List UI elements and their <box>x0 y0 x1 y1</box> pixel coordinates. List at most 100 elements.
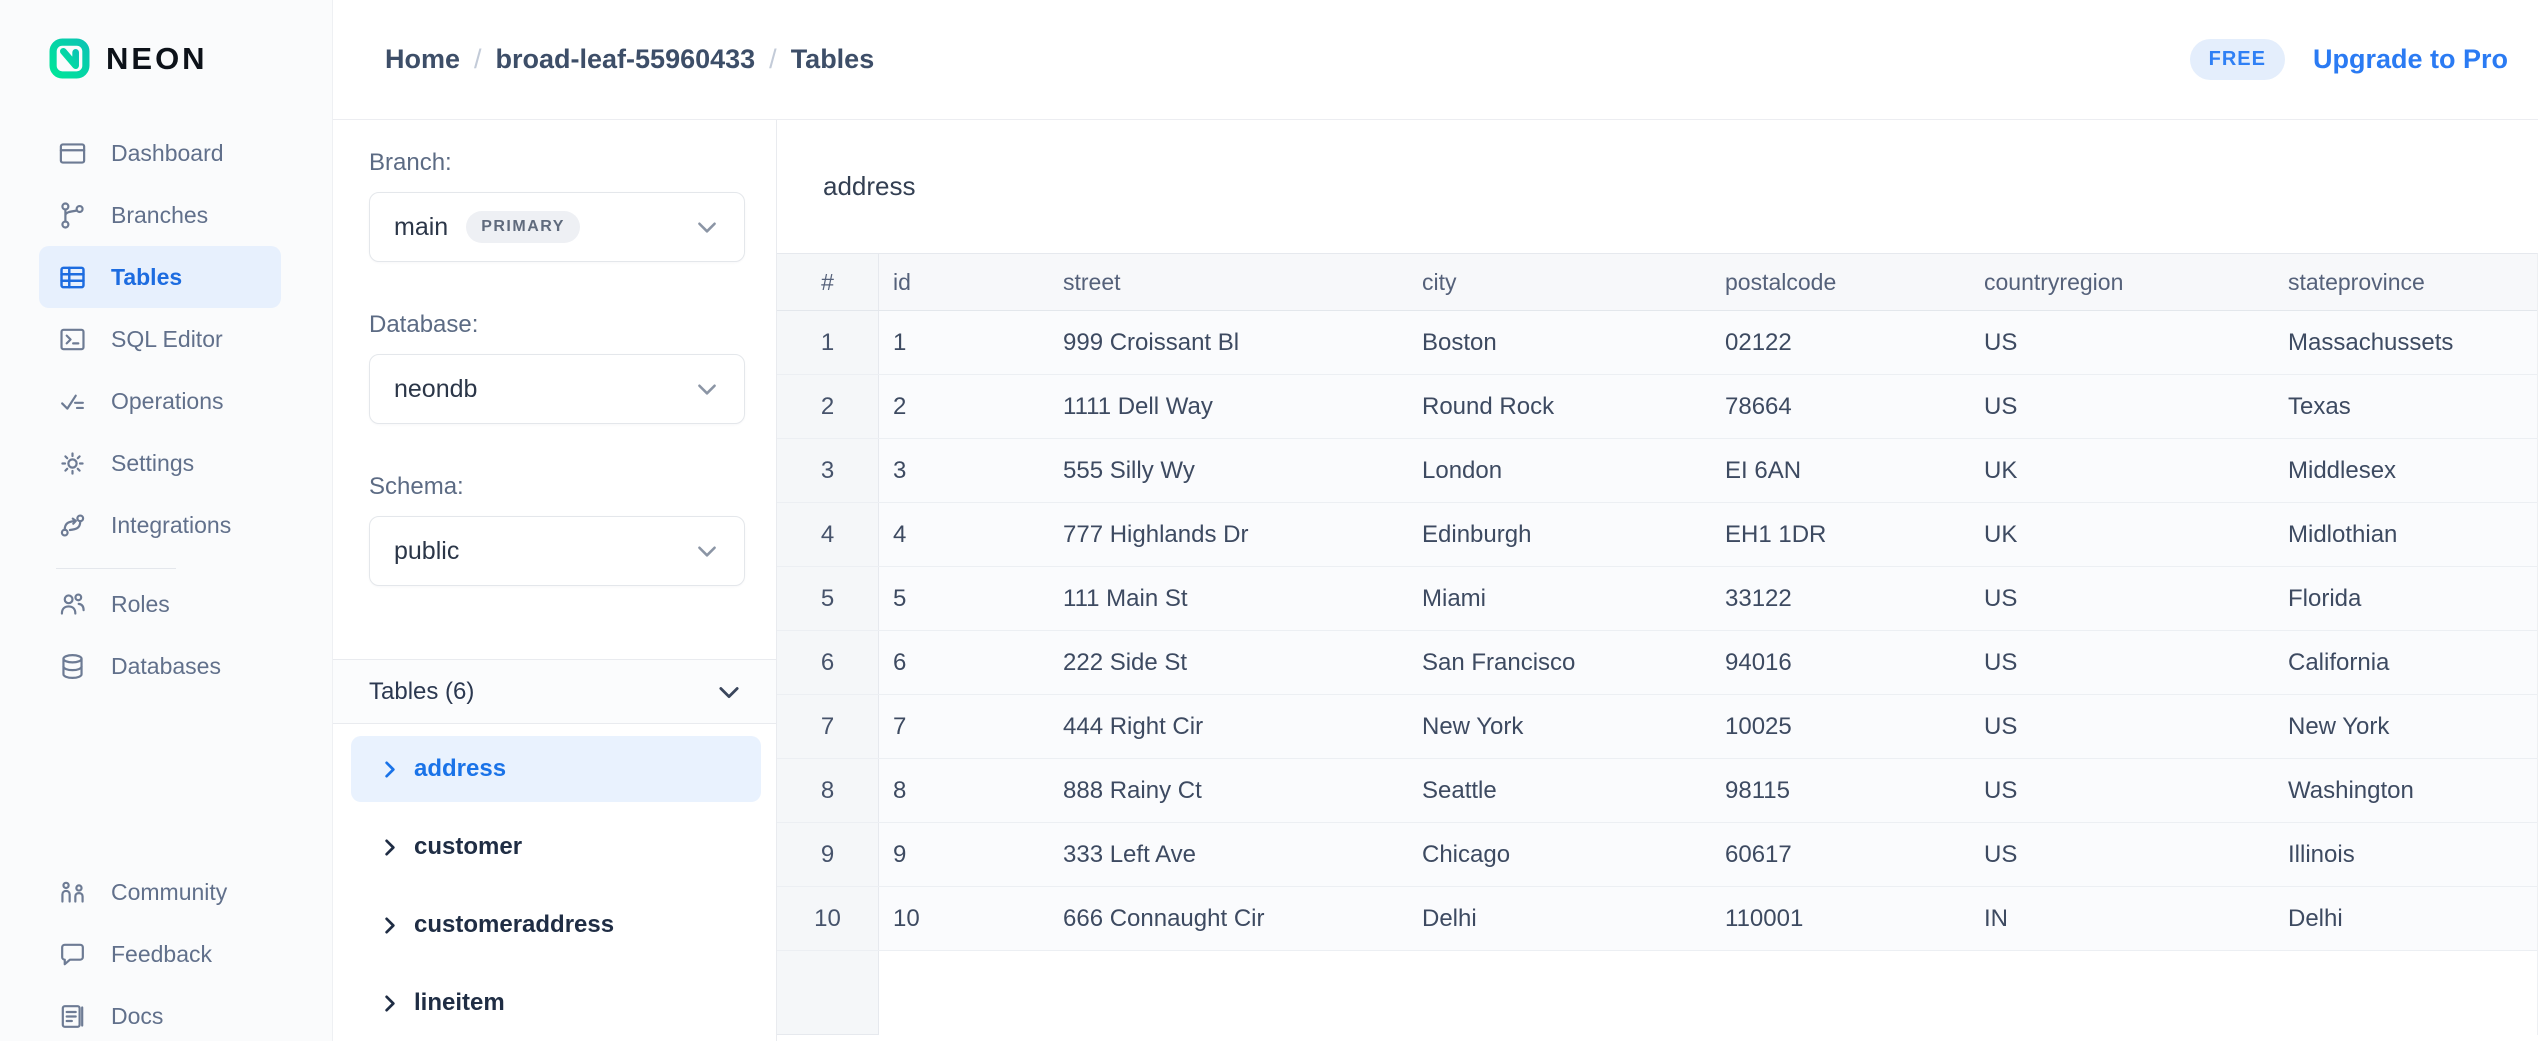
row-number: 10 <box>777 887 879 950</box>
cell-city[interactable]: San Francisco <box>1408 631 1711 694</box>
sidebar-item-community[interactable]: Community <box>39 861 281 923</box>
cell-id[interactable]: 6 <box>879 631 1049 694</box>
sidebar-item-integrations[interactable]: Integrations <box>39 494 281 556</box>
cell-countryregion[interactable]: US <box>1970 759 2274 822</box>
cell-id[interactable]: 2 <box>879 375 1049 438</box>
cell-city[interactable]: New York <box>1408 695 1711 758</box>
cell-countryregion[interactable]: US <box>1970 695 2274 758</box>
cell-stateprovince[interactable]: Middlesex <box>2274 439 2537 502</box>
cell-city[interactable]: Delhi <box>1408 887 1711 950</box>
row-number: 4 <box>777 503 879 566</box>
cell-street[interactable]: 1111 Dell Way <box>1049 375 1408 438</box>
sidebar-item-tables[interactable]: Tables <box>39 246 281 308</box>
neon-logo[interactable]: NEON <box>49 38 208 79</box>
cell-city[interactable]: London <box>1408 439 1711 502</box>
schema-label: Schema: <box>369 472 776 502</box>
cell-postalcode[interactable]: 33122 <box>1711 567 1970 630</box>
database-label: Database: <box>369 310 776 340</box>
cell-stateprovince[interactable]: Washington <box>2274 759 2537 822</box>
cell-id[interactable]: 1 <box>879 311 1049 374</box>
cell-postalcode[interactable]: 02122 <box>1711 311 1970 374</box>
chevron-right-icon <box>378 836 401 859</box>
cell-id[interactable]: 10 <box>879 887 1049 950</box>
cell-countryregion[interactable]: US <box>1970 375 2274 438</box>
sidebar-item-roles[interactable]: Roles <box>39 573 281 635</box>
cell-stateprovince[interactable]: California <box>2274 631 2537 694</box>
table-list-item-customer[interactable]: customer <box>351 814 761 880</box>
operations-check-icon <box>57 386 88 417</box>
cell-stateprovince[interactable]: Illinois <box>2274 823 2537 886</box>
sidebar-item-docs[interactable]: Docs <box>39 985 281 1041</box>
sidebar-item-settings[interactable]: Settings <box>39 432 281 494</box>
table-row: 221111 Dell WayRound Rock78664USTexas <box>777 375 2537 439</box>
cell-id[interactable]: 4 <box>879 503 1049 566</box>
row-number: 9 <box>777 823 879 886</box>
chevron-down-icon <box>694 538 720 564</box>
cell-stateprovince[interactable]: Delhi <box>2274 887 2537 950</box>
cell-countryregion[interactable]: US <box>1970 631 2274 694</box>
cell-postalcode[interactable]: 10025 <box>1711 695 1970 758</box>
cell-street[interactable]: 333 Left Ave <box>1049 823 1408 886</box>
table-header-row: #idstreetcitypostalcodecountryregionstat… <box>777 254 2537 311</box>
cell-countryregion[interactable]: US <box>1970 823 2274 886</box>
sidebar-item-databases[interactable]: Databases <box>39 635 281 697</box>
table-list-item-lineitem[interactable]: lineitem <box>351 970 761 1036</box>
cell-postalcode[interactable]: EI 6AN <box>1711 439 1970 502</box>
cell-street[interactable]: 444 Right Cir <box>1049 695 1408 758</box>
sidebar-item-feedback[interactable]: Feedback <box>39 923 281 985</box>
cell-city[interactable]: Edinburgh <box>1408 503 1711 566</box>
sidebar-item-label: SQL Editor <box>111 326 223 353</box>
table-list-item-address[interactable]: address <box>351 736 761 802</box>
cell-city[interactable]: Seattle <box>1408 759 1711 822</box>
cell-postalcode[interactable]: 98115 <box>1711 759 1970 822</box>
cell-countryregion[interactable]: UK <box>1970 503 2274 566</box>
cell-id[interactable]: 5 <box>879 567 1049 630</box>
database-select[interactable]: neondb <box>369 354 745 424</box>
breadcrumb-home[interactable]: Home <box>385 44 460 75</box>
cell-street[interactable]: 555 Silly Wy <box>1049 439 1408 502</box>
branch-select[interactable]: main PRIMARY <box>369 192 745 262</box>
cell-postalcode[interactable]: 78664 <box>1711 375 1970 438</box>
breadcrumb-project[interactable]: broad-leaf-55960433 <box>496 44 756 75</box>
cell-stateprovince[interactable]: New York <box>2274 695 2537 758</box>
cell-id[interactable]: 9 <box>879 823 1049 886</box>
cell-postalcode[interactable]: 60617 <box>1711 823 1970 886</box>
sidebar-item-branches[interactable]: Branches <box>39 184 281 246</box>
cell-city[interactable]: Chicago <box>1408 823 1711 886</box>
cell-city[interactable]: Miami <box>1408 567 1711 630</box>
table-list-item-customeraddress[interactable]: customeraddress <box>351 892 761 958</box>
tables-section-header[interactable]: Tables (6) <box>333 659 776 724</box>
cell-countryregion[interactable]: US <box>1970 311 2274 374</box>
cell-street[interactable]: 222 Side St <box>1049 631 1408 694</box>
branch-value: main <box>394 213 448 242</box>
cell-countryregion[interactable]: UK <box>1970 439 2274 502</box>
cell-street[interactable]: 666 Connaught Cir <box>1049 887 1408 950</box>
cell-stateprovince[interactable]: Texas <box>2274 375 2537 438</box>
cell-street[interactable]: 999 Croissant Bl <box>1049 311 1408 374</box>
plan-area: FREE Upgrade to Pro <box>2190 39 2508 80</box>
sidebar-item-operations[interactable]: Operations <box>39 370 281 432</box>
upgrade-to-pro-link[interactable]: Upgrade to Pro <box>2313 44 2508 75</box>
cell-postalcode[interactable]: 110001 <box>1711 887 1970 950</box>
cell-city[interactable]: Round Rock <box>1408 375 1711 438</box>
cell-stateprovince[interactable]: Midlothian <box>2274 503 2537 566</box>
table-body: 11999 Croissant BlBoston02122USMassachus… <box>777 311 2537 951</box>
cell-countryregion[interactable]: IN <box>1970 887 2274 950</box>
cell-id[interactable]: 7 <box>879 695 1049 758</box>
sidebar-item-label: Feedback <box>111 941 212 968</box>
cell-stateprovince[interactable]: Florida <box>2274 567 2537 630</box>
cell-street[interactable]: 777 Highlands Dr <box>1049 503 1408 566</box>
cell-id[interactable]: 3 <box>879 439 1049 502</box>
sidebar-item-sql-editor[interactable]: SQL Editor <box>39 308 281 370</box>
cell-postalcode[interactable]: EH1 1DR <box>1711 503 1970 566</box>
cell-street[interactable]: 888 Rainy Ct <box>1049 759 1408 822</box>
cell-countryregion[interactable]: US <box>1970 567 2274 630</box>
cell-id[interactable]: 8 <box>879 759 1049 822</box>
schema-select[interactable]: public <box>369 516 745 586</box>
chevron-down-icon <box>694 214 720 240</box>
cell-street[interactable]: 111 Main St <box>1049 567 1408 630</box>
cell-city[interactable]: Boston <box>1408 311 1711 374</box>
sidebar-item-dashboard[interactable]: Dashboard <box>39 122 281 184</box>
cell-postalcode[interactable]: 94016 <box>1711 631 1970 694</box>
cell-stateprovince[interactable]: Massachussets <box>2274 311 2537 374</box>
